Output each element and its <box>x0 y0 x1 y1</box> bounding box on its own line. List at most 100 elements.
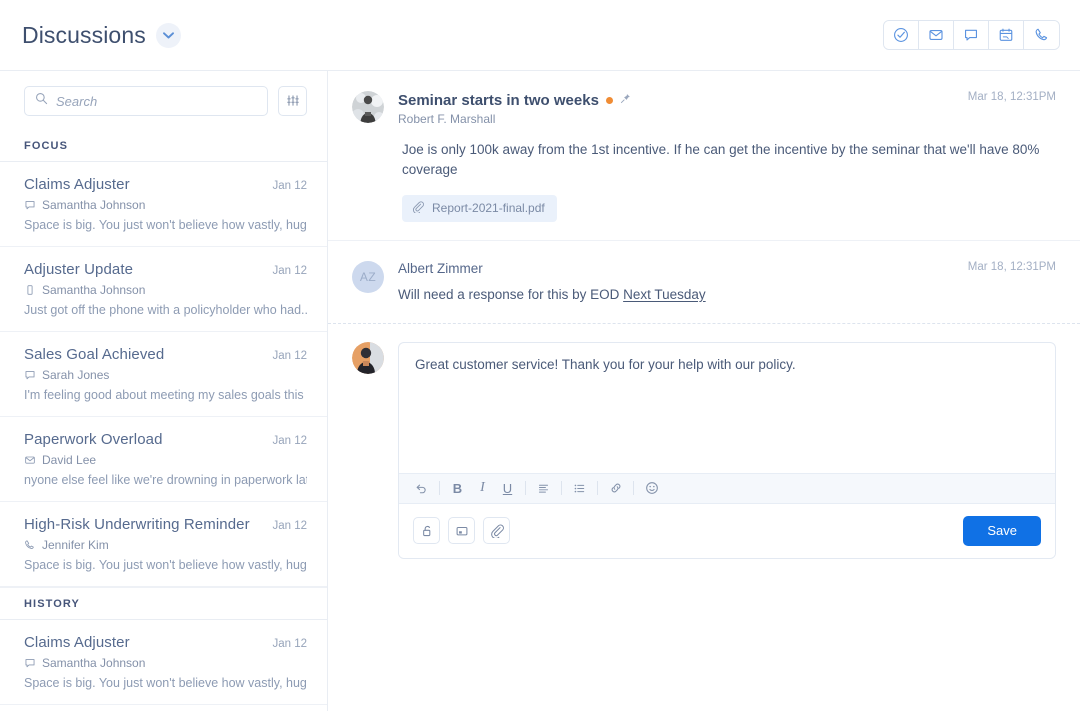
message-text-prefix: Will need a response for this by EOD <box>398 286 624 302</box>
thread-title: Claims Adjuster <box>24 634 130 651</box>
attachment-name: Report-2021-final.pdf <box>432 201 545 215</box>
phone-icon <box>24 539 36 551</box>
thread-date: Jan 12 <box>272 435 307 447</box>
status-badge <box>605 96 613 104</box>
message-text: Will need a response for this by EOD Nex… <box>398 285 1056 305</box>
message-header: Albert Zimmer Mar 18, 12:31PM <box>398 261 1056 276</box>
search-icon <box>35 92 48 110</box>
thread-list[interactable]: FOCUS Claims Adjuster Jan 12 Samantha Johns… <box>0 130 327 711</box>
message-author: Albert Zimmer <box>398 260 483 276</box>
composer-action-bar: Save <box>399 503 1055 558</box>
message-timestamp: Mar 18, 12:31PM <box>967 260 1056 273</box>
page-title-group: Discussions <box>22 22 181 49</box>
thread-snippet: Space is big. You just won't believe how… <box>24 558 307 572</box>
thread-meta: Jennifer Kim <box>24 538 307 552</box>
chevron-down-icon[interactable] <box>155 22 181 48</box>
thread-date: Jan 12 <box>272 638 307 650</box>
phone-icon[interactable] <box>1024 21 1059 49</box>
thread-list-item[interactable]: Paperwork Overload Jan 12 David Lee nyone e… <box>0 417 327 502</box>
thread-list-item[interactable]: Sales Goal Achieved Jan 12 Sarah Jones I'm … <box>0 332 327 417</box>
thread-title: Adjuster Update <box>24 261 134 278</box>
thread-author: Samantha Johnson <box>42 198 146 212</box>
toolbar-divider <box>561 481 562 496</box>
section-header: FOCUS <box>0 130 327 162</box>
thread-author: Samantha Johnson <box>42 283 146 297</box>
message-body: Albert Zimmer Mar 18, 12:31PM Will need … <box>398 261 1056 305</box>
chat-bubble-icon <box>24 369 36 381</box>
align-left-icon[interactable] <box>531 478 556 498</box>
message-title-line: Seminar starts in two weeks <box>398 91 631 109</box>
thread-date: Jan 12 <box>272 520 307 532</box>
search-box[interactable] <box>24 86 268 116</box>
header-icon-toolbar <box>883 20 1060 50</box>
thread-date: Jan 12 <box>272 350 307 362</box>
message-timestamp: Mar 18, 12:31PM <box>967 91 1056 103</box>
link-icon[interactable] <box>603 478 628 498</box>
message-body: Seminar starts in two weeks Robert F. Ma… <box>398 91 1056 222</box>
avatar <box>352 91 384 123</box>
paperclip-icon <box>412 200 424 216</box>
toolbar-divider <box>525 481 526 496</box>
lock-icon[interactable] <box>413 517 440 545</box>
search-input[interactable] <box>56 93 257 109</box>
undo-icon[interactable] <box>409 478 434 498</box>
conversation-panel: Seminar starts in two weeks Robert F. Ma… <box>328 71 1080 711</box>
toolbar-divider <box>597 481 598 496</box>
thread-snippet: Just got off the phone with a policyhold… <box>24 303 307 317</box>
thread-snippet: Space is big. You just won't believe how… <box>24 676 307 690</box>
mobile-icon <box>24 284 36 296</box>
italic-icon[interactable]: I <box>470 478 495 498</box>
envelope-icon[interactable] <box>919 21 954 49</box>
thread-list-item[interactable]: Claims Adjuster Jan 12 Samantha Johnson Spa… <box>0 162 327 247</box>
thread-meta: Samantha Johnson <box>24 283 307 297</box>
thread-top-row: Sales Goal Achieved Jan 12 <box>24 346 307 363</box>
page-title: Discussions <box>22 21 146 48</box>
image-icon[interactable] <box>448 517 475 545</box>
thread-title: Claims Adjuster <box>24 176 130 193</box>
formatting-toolbar: B I U <box>399 472 1055 504</box>
pin-icon[interactable] <box>620 91 631 109</box>
save-button[interactable]: Save <box>963 515 1041 546</box>
attachment-chip[interactable]: Report-2021-final.pdf <box>402 194 557 222</box>
thread-top-row: Claims Adjuster Jan 12 <box>24 176 307 193</box>
composer-actions <box>413 517 510 545</box>
thread-list-item[interactable]: Claims Adjuster Jan 12 Samantha Johnson Spa… <box>0 620 327 705</box>
toolbar-divider <box>439 481 440 496</box>
toolbar-divider <box>633 481 634 496</box>
thread-date: Jan 12 <box>272 180 307 192</box>
thread-meta: Samantha Johnson <box>24 656 307 670</box>
top-bar: Discussions <box>0 0 1080 71</box>
chat-bubble-icon[interactable] <box>954 21 989 49</box>
thread-top-row: Adjuster Update Jan 12 <box>24 261 307 278</box>
thread-list-item[interactable]: Adjuster UpdateJan 12Samantha JohnsonJus… <box>0 705 327 711</box>
chat-bubble-icon <box>24 657 36 669</box>
thread-top-row: Paperwork Overload Jan 12 <box>24 431 307 448</box>
paperclip-icon[interactable] <box>483 517 510 545</box>
filter-sliders-icon[interactable] <box>278 86 307 116</box>
thread-author: David Lee <box>42 453 97 467</box>
app-body: FOCUS Claims Adjuster Jan 12 Samantha Johns… <box>0 71 1080 711</box>
thread-meta: Samantha Johnson <box>24 198 307 212</box>
thread-author: Jennifer Kim <box>42 538 109 552</box>
composer-input[interactable]: Great customer service! Thank you for yo… <box>399 343 1055 473</box>
thread-meta: Sarah Jones <box>24 368 307 382</box>
chat-bubble-icon <box>24 199 36 211</box>
avatar-initials: AZ <box>359 269 377 284</box>
message-title: Seminar starts in two weeks <box>398 91 599 109</box>
thread-top-row: Claims Adjuster Jan 12 <box>24 634 307 651</box>
message-text-link[interactable]: Next Tuesday <box>623 287 706 302</box>
thread-list-item[interactable]: Adjuster UpdateJan 12 Samantha Johnson Jus… <box>0 247 327 332</box>
check-circle-icon[interactable] <box>884 21 919 49</box>
message-item: Seminar starts in two weeks Robert F. Ma… <box>328 71 1080 241</box>
message-title-block: Seminar starts in two weeks Robert F. Ma… <box>398 91 631 126</box>
avatar: AZ <box>352 260 384 293</box>
bullet-list-icon[interactable] <box>567 478 592 498</box>
calendar-icon[interactable] <box>989 21 1024 49</box>
underline-icon[interactable]: U <box>495 478 520 498</box>
emoji-icon[interactable] <box>639 478 664 498</box>
bold-icon[interactable]: B <box>445 478 470 498</box>
section-header: HISTORY <box>0 587 327 620</box>
sidebar-search-row <box>0 71 327 130</box>
thread-author: Samantha Johnson <box>42 656 146 670</box>
thread-list-item[interactable]: High-Risk Underwriting Reminder Jan 12 Jen… <box>0 502 327 587</box>
